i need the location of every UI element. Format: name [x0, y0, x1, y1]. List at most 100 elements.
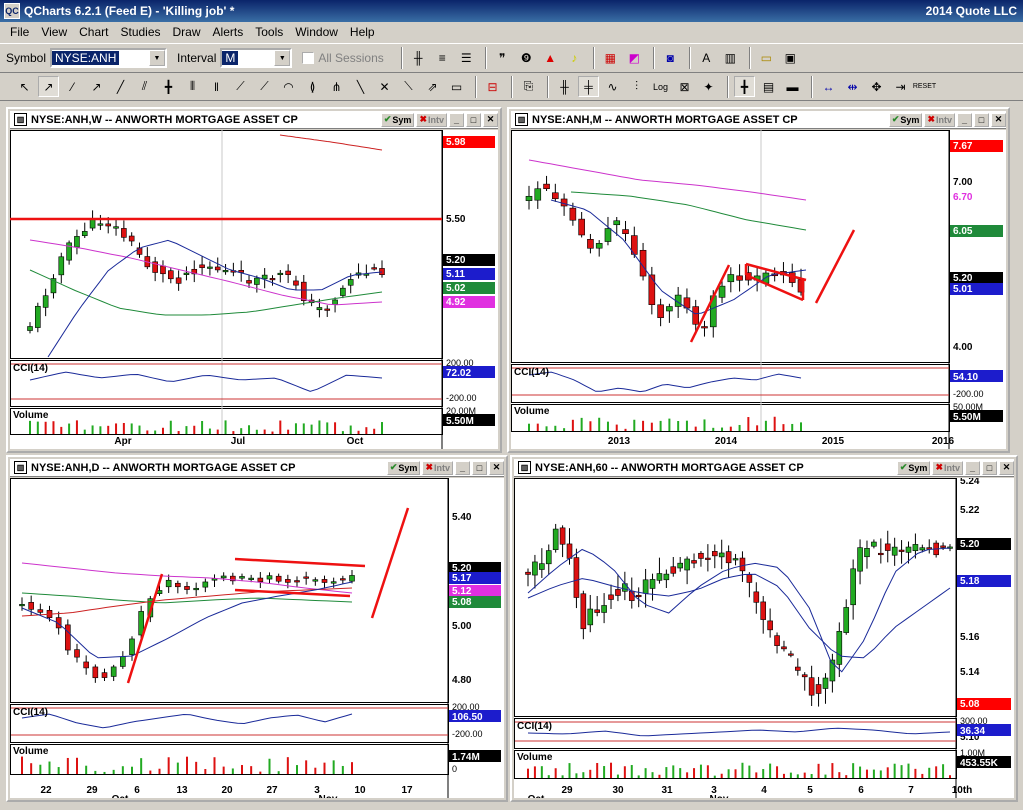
line-style-icon[interactable]: ∿ — [602, 76, 623, 97]
reset-icon[interactable]: RESET — [913, 76, 936, 97]
quote-icon[interactable]: ❞ — [492, 48, 513, 69]
volume-bar — [610, 762, 613, 778]
channel-icon[interactable]: ⫽ — [134, 76, 155, 97]
qc-icon[interactable]: ◙ — [660, 48, 681, 69]
intv-button[interactable]: ✖ Intv — [416, 112, 447, 127]
cycle-icon[interactable]: ≬ — [302, 76, 323, 97]
rectangle-icon[interactable]: ▭ — [446, 76, 467, 97]
maximize-icon[interactable]: □ — [974, 112, 989, 127]
vertical-lines-icon[interactable]: ⫴ — [182, 76, 203, 97]
trend-channel-icon[interactable]: ⇗ — [422, 76, 443, 97]
sym-button[interactable]: ✔ Sym — [896, 460, 931, 475]
maximize-icon[interactable]: □ — [472, 460, 487, 475]
text-icon[interactable]: A — [696, 48, 717, 69]
menu-tools[interactable]: Tools — [249, 25, 289, 39]
close-icon[interactable]: ✕ — [999, 460, 1014, 475]
maximize-icon[interactable]: □ — [982, 460, 997, 475]
menu-file[interactable]: File — [4, 25, 35, 39]
interval-combo[interactable]: M ▼ — [220, 48, 293, 68]
symbol-combo[interactable]: NYSE:ANH ▼ — [50, 48, 168, 68]
zoom-icon[interactable]: ✦ — [698, 76, 719, 97]
nine-icon[interactable]: ❾ — [516, 48, 537, 69]
candle-body — [220, 575, 227, 579]
sym-button[interactable]: ✔ Sym — [380, 112, 415, 127]
menu-draw[interactable]: Draw — [167, 25, 207, 39]
candle-body — [330, 581, 337, 584]
menu-view[interactable]: View — [35, 25, 73, 39]
arc-icon[interactable]: ◠ — [278, 76, 299, 97]
alert-icon[interactable]: ▲ — [540, 48, 561, 69]
log-scale-icon[interactable]: Log — [650, 76, 671, 97]
chart-window-60min[interactable]: ▥ NYSE:ANH,60 -- ANWORTH MORTGAGE ASSET … — [510, 455, 1018, 805]
alert-box-icon[interactable]: ⊟ — [482, 76, 503, 97]
pitchfork-icon[interactable]: ⋔ — [326, 76, 347, 97]
volume-label: Volume — [514, 406, 550, 417]
volume-bar — [248, 425, 251, 434]
minimize-icon[interactable]: _ — [455, 460, 470, 475]
chart-canvas-monthly[interactable]: 7.67 7.00 6.70 6.05 5.205.01 4.00 CCI(14) 54.10… — [511, 130, 1006, 449]
data-window-icon[interactable]: ▤ — [758, 76, 779, 97]
shift-right-icon[interactable]: ⇥ — [890, 76, 911, 97]
ray-icon[interactable]: ↗ — [86, 76, 107, 97]
crosshair-icon[interactable]: ↗ — [38, 76, 59, 97]
intv-button[interactable]: ✖ Intv — [924, 112, 955, 127]
chart-window-monthly[interactable]: ▥ NYSE:ANH,M -- ANWORTH MORTGAGE ASSET C… — [507, 107, 1010, 453]
bar-style-icon[interactable]: ╫ — [554, 76, 575, 97]
sym-button[interactable]: ✔ Sym — [386, 460, 421, 475]
cross-lines-icon[interactable]: ✕ — [374, 76, 395, 97]
bar-chart-icon[interactable]: ╫ — [408, 48, 429, 69]
bid-ask-icon[interactable]: ☰ — [456, 48, 477, 69]
folder-open-icon[interactable]: ▭ — [756, 48, 777, 69]
maximize-icon[interactable]: □ — [466, 112, 481, 127]
properties-icon[interactable]: ⎘ — [518, 76, 539, 97]
intv-button[interactable]: ✖ Intv — [932, 460, 963, 475]
trendline-icon[interactable]: ⁄ — [62, 76, 83, 97]
scan-icon[interactable]: ◩ — [624, 48, 645, 69]
close-icon[interactable]: ✕ — [483, 112, 498, 127]
fib-lines-icon[interactable]: ‖ — [206, 76, 227, 97]
fib-fan-icon[interactable]: ⟋ — [230, 76, 251, 97]
save-icon[interactable]: ▣ — [780, 48, 801, 69]
menu-window[interactable]: Window — [289, 25, 344, 39]
menu-help[interactable]: Help — [344, 25, 381, 39]
candle-body — [83, 661, 89, 669]
fit-icon[interactable]: ⊠ — [674, 76, 695, 97]
extended-line-icon[interactable]: ╱ — [110, 76, 131, 97]
market-map-icon[interactable]: ▦ — [600, 48, 621, 69]
close-icon[interactable]: ✕ — [489, 460, 504, 475]
chart-canvas-daily[interactable]: 5.405.205.175.125.085.004.80CCI(14) 200.0… — [10, 478, 504, 805]
menu-studies[interactable]: Studies — [114, 25, 166, 39]
minimize-icon[interactable]: _ — [965, 460, 980, 475]
cursor-cross-icon[interactable]: ╋ — [734, 76, 755, 97]
chart-canvas-60min[interactable]: 5.245.225.205.185.165.145.125.105.08CCI(… — [514, 476, 1014, 805]
chevron-down-icon[interactable]: ▼ — [274, 50, 291, 66]
horizontal-line-icon[interactable]: ╋ — [158, 76, 179, 97]
move-icon[interactable]: ✥ — [866, 76, 887, 97]
volume-style-icon[interactable]: ⫶ — [626, 76, 647, 97]
compress-icon[interactable]: ⇹ — [842, 76, 863, 97]
time-sales-icon[interactable]: ≡ — [432, 48, 453, 69]
menu-alerts[interactable]: Alerts — [207, 25, 250, 39]
minimize-icon[interactable]: _ — [957, 112, 972, 127]
ruler-icon[interactable]: ▬ — [782, 76, 803, 97]
minimize-icon[interactable]: _ — [449, 112, 464, 127]
chevron-down-icon[interactable]: ▼ — [149, 50, 166, 66]
intv-button[interactable]: ✖ Intv — [422, 460, 453, 475]
close-icon[interactable]: ✕ — [991, 112, 1006, 127]
chart-canvas-weekly[interactable]: 5.985.505.205.115.024.92CCI(14) 200.0072.… — [10, 130, 498, 449]
candle-style-icon[interactable]: ╪ — [578, 76, 599, 97]
chart-window-weekly[interactable]: ▥ NYSE:ANH,W -- ANWORTH MORTGAGE ASSET C… — [6, 107, 502, 453]
speed-lines-icon[interactable]: ⟍ — [398, 76, 419, 97]
menu-chart[interactable]: Chart — [73, 25, 114, 39]
grid-icon[interactable]: ▥ — [720, 48, 741, 69]
all-sessions-checkbox[interactable]: All Sessions — [302, 51, 384, 65]
chart-window-daily[interactable]: ▥ NYSE:ANH,D -- ANWORTH MORTGAGE ASSET C… — [6, 455, 508, 805]
expand-horizontal-icon[interactable]: ↔ — [818, 76, 839, 97]
regression-icon[interactable]: ╲ — [350, 76, 371, 97]
volume-bar — [169, 420, 172, 434]
chart-title: NYSE:ANH,60 -- ANWORTH MORTGAGE ASSET CP — [535, 461, 804, 474]
pointer-icon[interactable]: ↖ — [14, 76, 35, 97]
gann-fan-icon[interactable]: ⟋ — [254, 76, 275, 97]
bell-icon[interactable]: ♪ — [564, 48, 585, 69]
sym-button[interactable]: ✔ Sym — [888, 112, 923, 127]
